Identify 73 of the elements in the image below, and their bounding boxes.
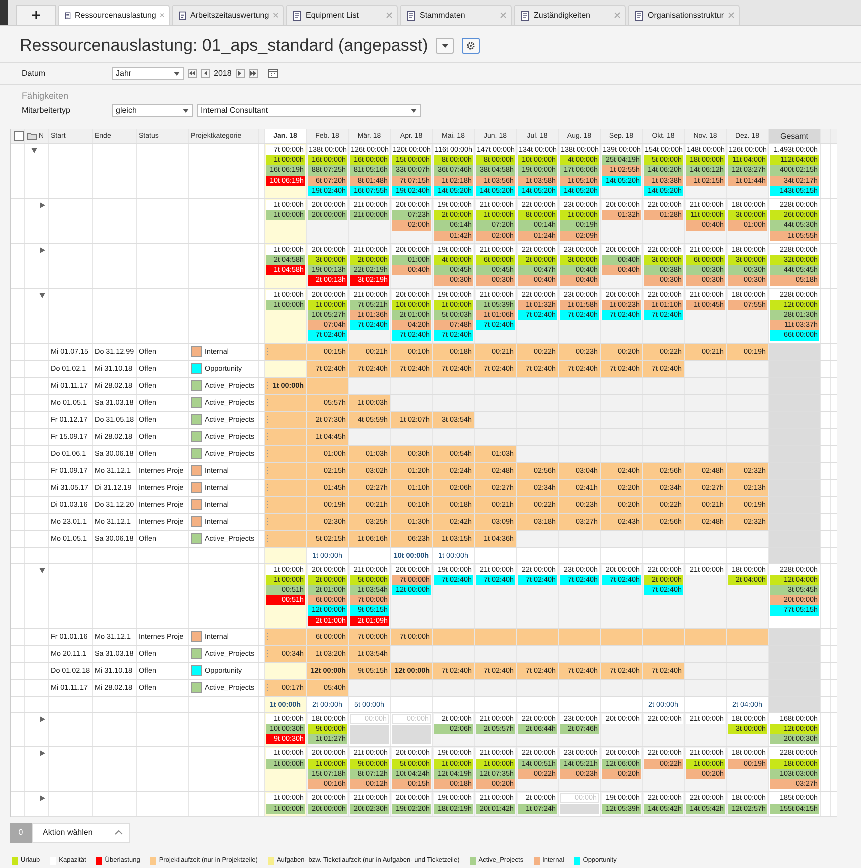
tab[interactable]: Arbeitszeitauswertung [172,5,284,25]
close-icon[interactable] [500,12,507,19]
drag-handle-icon[interactable] [266,534,269,543]
employee-type-label: Mitarbeitertyp [22,106,72,115]
close-icon[interactable] [386,12,393,19]
drag-handle-icon[interactable] [266,500,269,509]
date-label: Datum [22,69,47,78]
tab[interactable]: Ressourcenauslastung [58,5,170,25]
drag-handle-icon[interactable] [266,414,269,424]
tab[interactable]: Organisationsstruktur [628,5,740,25]
document-icon [635,10,644,20]
calendar-icon[interactable] [268,69,278,78]
expand-arrow-icon[interactable] [39,246,46,254]
page-title: Ressourcenauslastung: 01_aps_standard (angepasst) [20,36,428,56]
expand-arrow-icon[interactable] [39,716,46,723]
caret-down-icon [411,108,417,112]
select-all-checkbox[interactable] [14,131,24,141]
side-tab[interactable] [0,0,8,25]
drag-handle-icon[interactable] [266,346,269,356]
expand-arrow-icon[interactable] [39,795,46,802]
drag-handle-icon[interactable] [266,632,269,641]
tab[interactable]: Stammdaten [400,5,512,25]
double-right-arrow-icon [250,71,257,76]
expand-arrow-icon[interactable] [39,202,46,210]
drag-handle-icon[interactable] [266,448,269,458]
drag-handle-icon[interactable] [266,482,269,492]
expand-arrow-icon[interactable] [39,292,46,299]
close-icon[interactable] [273,12,279,19]
expand-arrow-icon[interactable] [31,147,38,154]
drag-handle-icon[interactable] [266,398,269,407]
new-tab-button[interactable] [16,5,56,25]
caret-down-icon [183,108,189,112]
skills-heading: Fähigkeiten [22,91,70,101]
total-header[interactable]: Gesamt [769,129,821,143]
selection-count-badge: 0 [10,822,32,843]
tab[interactable]: Equipment List [286,5,398,25]
period-select[interactable]: Jahr [112,67,184,80]
caret-down-icon [174,72,180,76]
drag-handle-icon[interactable] [266,648,269,658]
caret-down-icon [442,44,449,48]
previous-button[interactable] [201,69,210,78]
year-text: 2018 [214,69,232,78]
drag-handle-icon[interactable] [266,380,269,390]
caret-up-icon [114,830,123,836]
tab[interactable]: Zuständigkeiten [514,5,626,25]
right-arrow-icon [238,71,242,76]
document-icon [293,10,302,20]
next-button[interactable] [236,69,245,78]
close-icon[interactable] [160,12,165,19]
document-icon [407,10,416,20]
settings-button[interactable] [462,38,480,54]
close-icon[interactable] [728,12,735,19]
drag-handle-icon[interactable] [266,516,269,526]
expand-arrow-icon[interactable] [39,750,46,758]
document-icon [521,10,530,20]
document-icon [179,10,186,20]
folder-icon [27,132,37,140]
drag-handle-icon[interactable] [266,466,269,475]
settings-icon [466,41,476,51]
first-button[interactable] [188,69,197,78]
last-button[interactable] [248,69,258,78]
double-left-arrow-icon [189,71,196,76]
left-arrow-icon [204,71,208,76]
plus-icon [32,11,40,20]
drag-handle-icon[interactable] [266,682,269,692]
employee-type-select[interactable]: Internal Consultant [197,104,421,117]
document-icon [65,10,71,20]
view-dropdown-button[interactable] [436,38,454,54]
drag-handle-icon[interactable] [266,432,269,441]
close-icon[interactable] [614,12,621,19]
expand-arrow-icon[interactable] [39,566,46,574]
action-select[interactable]: Aktion wählen [32,822,130,843]
operator-select[interactable]: gleich [112,104,193,117]
